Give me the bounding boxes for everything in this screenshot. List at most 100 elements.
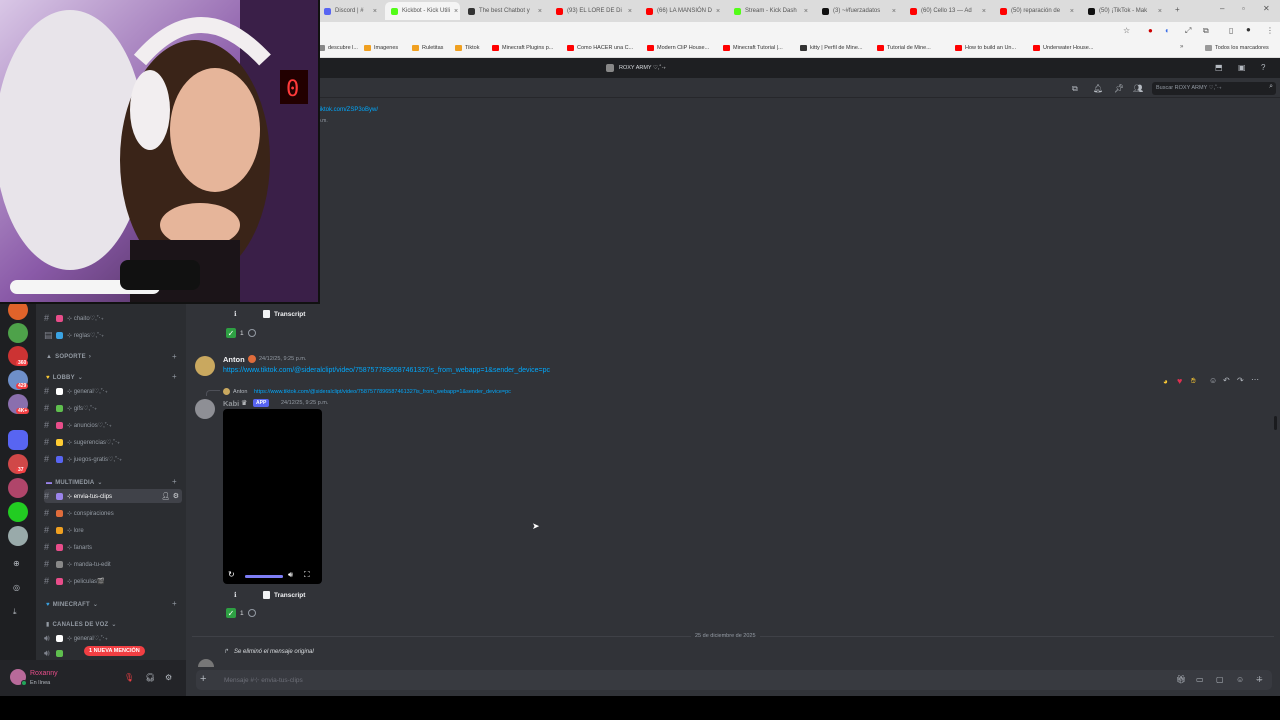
channel-item[interactable]: # ⊹ anuncios♡,˚‧₊	[44, 418, 182, 432]
message-author[interactable]: Kabi	[223, 399, 239, 408]
add-reaction-icon[interactable]	[247, 329, 256, 337]
bookmark-item[interactable]: Imagenes	[364, 45, 398, 51]
members-icon[interactable]: 👥︎	[1133, 84, 1143, 93]
bookmark-item[interactable]: Ruletitas	[412, 45, 443, 51]
close-tab-icon[interactable]: ×	[804, 8, 808, 15]
channel-item[interactable]: # ⊹ chaito♡,˚‧₊	[44, 311, 182, 325]
heart-reaction-icon[interactable]: ♥	[1177, 376, 1182, 386]
channel-item[interactable]: # ⊹ envia-tus-clips 👤︎ ⚙	[44, 489, 182, 503]
close-tab-icon[interactable]: ×	[538, 8, 542, 15]
message-author[interactable]: Anton	[223, 355, 245, 364]
thumbs-reaction-icon[interactable]: ✋︎	[1191, 376, 1196, 386]
add-channel-icon[interactable]: +	[172, 352, 177, 361]
category-soporte[interactable]: ▲ SOPORTE ›	[46, 354, 91, 360]
mic-muted-icon[interactable]: 🎙︎	[124, 673, 134, 682]
fullscreen-icon[interactable]: ⛶	[304, 570, 310, 580]
category-voz[interactable]: ▮ CANALES DE VOZ ⌄	[46, 621, 117, 629]
profile-icon[interactable]: ●	[1246, 25, 1251, 34]
channel-settings-icon[interactable]: ⚙	[173, 492, 179, 500]
server-icon-8[interactable]	[8, 478, 28, 498]
add-server-icon[interactable]: ⊕	[13, 559, 20, 568]
server-icon-10[interactable]	[8, 526, 28, 546]
browser-tab[interactable]: (93) EL LORE DE Di ×	[550, 2, 638, 20]
message-link[interactable]: tiktok.com/ZSP3oByw/	[318, 107, 378, 113]
browser-tab[interactable]: Stream - Kick Dash ×	[728, 2, 814, 20]
scrollbar[interactable]	[1274, 416, 1277, 430]
add-channel-icon[interactable]: +	[172, 477, 177, 486]
channel-item[interactable]: # ⊹ lore	[44, 523, 182, 537]
voice-channel-item[interactable]: 🔊︎ ⊹ general♡,˚‧₊	[44, 631, 182, 645]
invite-icon[interactable]: 👤︎	[161, 492, 170, 500]
bookmark-item[interactable]: Minecraft Plugins p...	[492, 45, 553, 51]
channel-item[interactable]: # ⊹ juegos-gratis♡,˚‧₊	[44, 452, 182, 466]
close-tab-icon[interactable]: ×	[716, 8, 720, 15]
channel-item[interactable]: # ⊹ fanarts	[44, 540, 182, 554]
reaction-check[interactable]: ✓ 1	[226, 608, 256, 618]
add-reaction-icon[interactable]: ☺	[1209, 376, 1217, 385]
close-tab-icon[interactable]: ×	[454, 8, 458, 15]
bookmark-item[interactable]: Underwater House...	[1033, 45, 1093, 51]
settings-gear-icon[interactable]: ⚙	[165, 673, 172, 682]
sidebar-icon[interactable]: ▯	[1229, 26, 1233, 35]
star-icon[interactable]: ☆	[1123, 26, 1130, 35]
download-icon[interactable]: ⤓	[13, 607, 17, 617]
channel-item[interactable]: # ⊹ peliculas🎬	[44, 574, 182, 588]
close-tab-icon[interactable]: ×	[892, 8, 896, 15]
channel-item[interactable]: ▤ ⊹ reglas♡,˚‧₊	[44, 328, 182, 342]
server-icon-6[interactable]	[8, 430, 28, 450]
all-bookmarks[interactable]: Todos los marcadores	[1205, 45, 1269, 51]
avatar[interactable]	[195, 356, 215, 376]
info-icon[interactable]: ℹ	[234, 591, 237, 599]
emoji-picker-icon[interactable]: ☺	[1236, 675, 1244, 684]
close-tab-icon[interactable]: ×	[373, 8, 377, 15]
more-bookmarks-icon[interactable]: »	[1180, 44, 1183, 50]
apps-icon[interactable]: ⁜	[1256, 675, 1263, 684]
reaction-check[interactable]: ✓ 1	[226, 328, 256, 338]
bookmark-item[interactable]: Como HACER una C...	[567, 45, 633, 51]
help-icon[interactable]: ?	[1261, 63, 1265, 72]
message-link[interactable]: https://www.tiktok.com/@sideralclipt/vid…	[223, 367, 550, 374]
add-attachment-icon[interactable]: +	[200, 673, 206, 686]
headphones-icon[interactable]: 🎧︎	[145, 673, 155, 682]
info-icon[interactable]: ℹ	[234, 310, 237, 318]
message-composer[interactable]: + Mensaje #⊹ envia-tus-clips 🎁︎ ▭ ▢ ☺ ⁜	[196, 670, 1272, 690]
maximize-icon[interactable]: ▫	[1242, 4, 1245, 13]
channel-item[interactable]: # ⊹ manda-tu-edit	[44, 557, 182, 571]
forward-icon[interactable]: ↷	[1237, 376, 1244, 385]
close-tab-icon[interactable]: ×	[982, 8, 986, 15]
bookmark-item[interactable]: kitty | Perfil de Mine...	[800, 45, 862, 51]
new-mention-pill[interactable]: 1 NUEVA MENCIÓN	[84, 646, 145, 656]
server-icon-2[interactable]	[8, 323, 28, 343]
volume-icon[interactable]: 🔊︎	[288, 570, 293, 580]
transcript-button[interactable]: Transcript	[263, 310, 305, 318]
bookmark-item[interactable]: Tutorial de Mine...	[877, 45, 931, 51]
menu-icon[interactable]: ⋮	[1266, 26, 1274, 35]
video-progress-bar[interactable]	[245, 575, 283, 578]
reply-author[interactable]: Anton	[233, 389, 247, 395]
browser-tab[interactable]: (60) Cello 13 — Ad ×	[904, 2, 992, 20]
video-embed[interactable]: ↻ 🔊︎ ⛶	[223, 409, 322, 584]
browser-tab[interactable]: Kickbot - Kick Utili ×	[385, 2, 460, 20]
threads-icon[interactable]: ⧉	[1072, 84, 1078, 94]
search-input[interactable]: Buscar ROXY ARMY ♡,˚‧₊ ⌕	[1152, 82, 1276, 95]
screen-icon[interactable]: ▣	[1238, 63, 1246, 72]
notification-bell-icon[interactable]: 🔔︎	[1093, 84, 1103, 93]
new-tab-icon[interactable]: +	[1175, 5, 1180, 14]
explore-icon[interactable]: ◎	[13, 583, 20, 592]
channel-item[interactable]: # ⊹ conspiraciones	[44, 506, 182, 520]
inbox-icon[interactable]: ⬒	[1215, 63, 1223, 72]
close-tab-icon[interactable]: ×	[628, 8, 632, 15]
category-multimedia[interactable]: ▬ MULTIMEDIA ⌄	[46, 479, 103, 487]
minimize-icon[interactable]: –	[1220, 4, 1224, 13]
extension-icon[interactable]: ⤢	[1185, 26, 1191, 36]
browser-tab[interactable]: (50) ¡TikTok - Mak ×	[1082, 2, 1168, 20]
category-minecraft[interactable]: ♥ MINECRAFT ⌄	[46, 601, 98, 609]
more-icon[interactable]: ⋯	[1251, 375, 1259, 384]
server-icon-9[interactable]	[8, 502, 28, 522]
bookmark-item[interactable]: Minecraft Tutorial |...	[723, 45, 783, 51]
reply-icon[interactable]: ↶	[1223, 376, 1230, 385]
close-tab-icon[interactable]: ×	[1158, 8, 1162, 15]
bookmark-item[interactable]: Tiktok	[455, 45, 479, 51]
close-window-icon[interactable]: ✕	[1263, 4, 1270, 13]
close-tab-icon[interactable]: ×	[1070, 8, 1074, 15]
